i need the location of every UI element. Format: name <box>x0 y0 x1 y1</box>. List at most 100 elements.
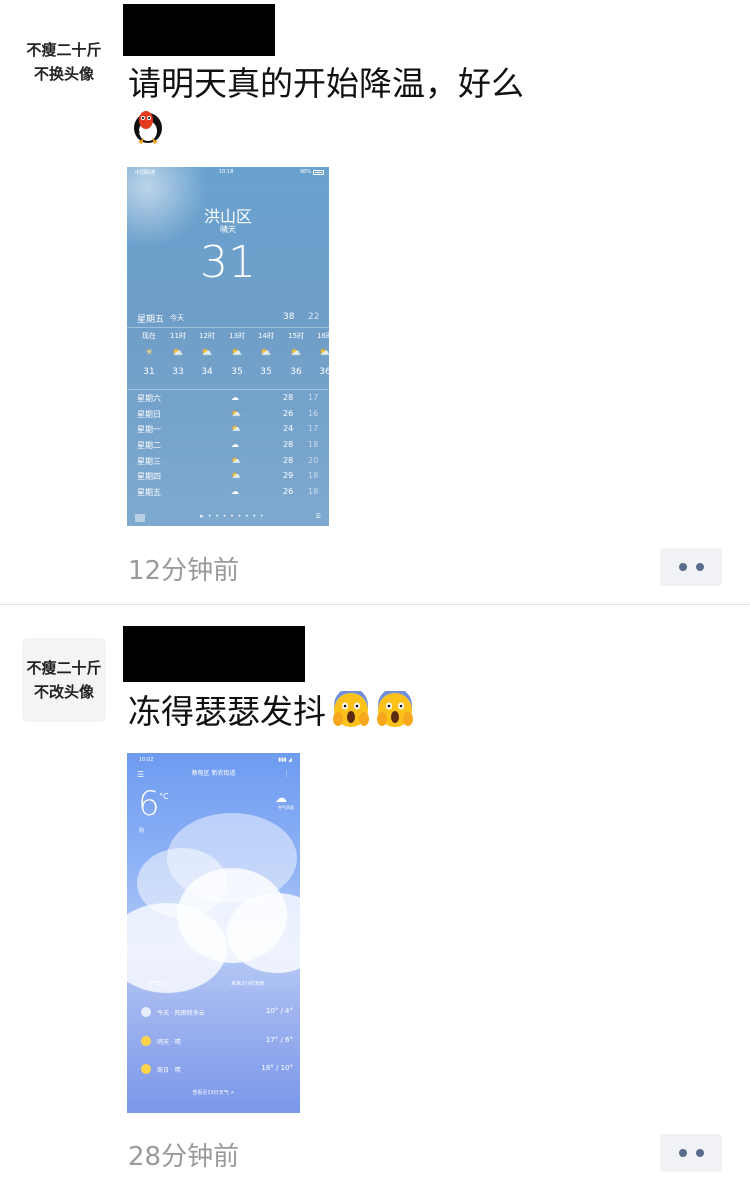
post-time: 28分钟前 <box>128 1142 240 1172</box>
sun-icon <box>141 1064 151 1074</box>
weather-screenshot-1[interactable]: 中国联通 10:18 98% 洪山区 晴天 31 星期五 今天 38 22 现在… <box>127 167 329 526</box>
hour-temp: 35 <box>260 367 272 377</box>
day-name: 星期三 <box>137 456 161 466</box>
penguin-emoji-icon <box>134 111 162 144</box>
partly-cloudy-icon: ⛅ <box>201 348 213 358</box>
weather-condition: 阴 <box>139 828 145 834</box>
day-high: 28 <box>283 455 294 465</box>
forecast-label: 今天 · 阵雨转多云 <box>157 1010 205 1017</box>
forecast-label: 周日 · 晴 <box>157 1067 181 1074</box>
carrier-label: 中国联通 <box>135 170 156 176</box>
day-row: 星期五 ☁ 26 18 <box>137 487 327 503</box>
partly-cloudy-icon: ⛅ <box>231 471 241 481</box>
current-temperature: 6 <box>138 784 160 824</box>
post-text: 请明天真的开始降温，好么 <box>128 64 524 103</box>
hour-item: 13时 ⛅ 35 <box>222 331 252 377</box>
day-high: 26 <box>283 408 294 418</box>
today-low: 22 <box>308 312 320 322</box>
hour-temp: 35 <box>231 367 243 377</box>
current-temperature: 31 <box>200 237 256 288</box>
cloud-icon: ☁ <box>231 440 239 450</box>
hourly-forecast: 现在 ☀ 31 11时 ⛅ 33 12时 ⛅ 34 13时 ⛅ 35 14时 ⛅ <box>134 331 329 391</box>
avatar[interactable]: 不瘦二十斤 不换头像 <box>22 20 106 104</box>
day-row: 星期二 ☁ 28 18 <box>137 440 327 456</box>
rain-forecast-note: 未来2小时无雨 <box>231 981 265 987</box>
day-high: 24 <box>283 424 294 434</box>
hour-time: 16时 <box>317 332 329 340</box>
today-label: 今天 <box>170 314 184 322</box>
avatar-line-1: 不瘦二十斤 <box>26 41 102 59</box>
hour-item: 15时 ⛅ 36 <box>281 331 311 377</box>
day-low: 18 <box>308 471 319 481</box>
hour-item: 14时 ⛅ 35 <box>251 331 281 377</box>
partly-cloudy-icon: ⛅ <box>231 408 241 418</box>
more-button[interactable] <box>660 548 722 586</box>
avatar[interactable]: 不瘦二十斤 不改头像 <box>22 638 106 722</box>
air-quality-badge-label: 空气质量 <box>278 805 294 810</box>
forecast-value: 17° / 6° <box>265 1036 293 1044</box>
cloud-icon: ☁ <box>231 487 239 497</box>
avatar-line-1: 不瘦二十斤 <box>26 659 102 677</box>
redacted-username[interactable] <box>123 4 275 56</box>
weather-screenshot-2[interactable]: 10:02 ▮▮▮ ◢ ☰ 蔡甸区 新农街道 ⋮ 6 °C 阴 ☁ 空气质量 空… <box>127 753 300 1113</box>
today-day: 星期五 <box>137 315 165 325</box>
divider <box>127 389 329 390</box>
day-row: 星期六 ☁ 28 17 <box>137 393 327 409</box>
weather-condition: 晴天 <box>220 225 236 234</box>
day-name: 星期二 <box>137 441 161 451</box>
hour-time: 13时 <box>229 332 245 340</box>
screaming-face-emoji-icon <box>333 691 369 727</box>
moment-post-1: 不瘦二十斤 不换头像 请明天真的开始降温，好么 中国联通 10:18 98% 洪… <box>0 0 750 605</box>
page-dots-icon: ➤ • • • • • • • • <box>199 513 265 520</box>
partly-cloudy-icon: ⛅ <box>260 348 272 358</box>
day-high: 26 <box>283 487 294 497</box>
moment-post-2: 不瘦二十斤 不改头像 冻得瑟瑟发抖 10:02 ▮▮▮ ◢ ☰ 蔡甸区 新农街道… <box>0 606 750 1186</box>
hour-item: 11时 ⛅ 33 <box>163 331 193 377</box>
app-top-bar: 10:02 ▮▮▮ ◢ ☰ 蔡甸区 新农街道 ⋮ <box>127 756 300 780</box>
partly-cloudy-icon: ⛅ <box>172 348 184 358</box>
hour-temp: 33 <box>172 367 184 377</box>
partly-cloudy-icon: ⛅ <box>231 348 243 358</box>
day-high: 28 <box>283 393 294 402</box>
air-quality-text: 空气优 39 <box>147 981 170 987</box>
hour-item: 12时 ⛅ 34 <box>192 331 222 377</box>
day-name: 星期六 <box>137 394 161 403</box>
sun-icon: ☀ <box>144 348 154 358</box>
hour-temp: 36 <box>290 367 302 377</box>
avatar-line-2: 不换头像 <box>33 65 94 83</box>
day-name: 星期五 <box>137 488 161 498</box>
forecast-value: 10° / 4° <box>265 1007 293 1015</box>
dot-icon <box>695 1149 704 1157</box>
day-low: 17 <box>308 393 319 402</box>
today-high: 38 <box>283 312 295 322</box>
battery-icon <box>313 170 324 175</box>
hour-time: 11时 <box>170 332 186 340</box>
dot-icon <box>678 1149 687 1157</box>
day-row: 星期三 ⛅ 28 20 <box>137 456 327 472</box>
day-low: 20 <box>308 455 319 465</box>
weather-channel-icon <box>135 514 145 522</box>
status-time: 10:18 <box>219 169 234 175</box>
day-high: 28 <box>283 440 294 450</box>
day-low: 18 <box>308 440 319 450</box>
status-bar: 中国联通 10:18 98% <box>127 168 329 178</box>
forecast-row-tomorrow: 明天 · 晴 17° / 6° <box>141 1036 293 1050</box>
post-divider <box>0 604 750 605</box>
cloud-icon: ☁ <box>231 393 239 402</box>
redacted-username[interactable] <box>123 626 305 682</box>
more-button[interactable] <box>660 1134 722 1172</box>
daily-forecast: 星期六 ☁ 28 17 星期日 ⛅ 26 16 星期一 ⛅ 24 17 星期二 … <box>137 393 327 503</box>
more-vertical-icon[interactable]: ⋮ <box>283 770 290 778</box>
day-low: 16 <box>308 408 319 418</box>
air-quality-row: 空气优 39 未来2小时无雨 <box>127 980 300 990</box>
divider <box>127 327 329 328</box>
today-row: 星期五 今天 38 22 <box>137 312 323 326</box>
bottom-bar: ➤ • • • • • • • • ☰ <box>127 510 329 526</box>
hour-item: 现在 ☀ 31 <box>134 331 164 377</box>
forecast-row-today: 今天 · 阵雨转多云 10° / 4° <box>141 1007 293 1021</box>
hour-time: 14时 <box>258 332 274 340</box>
post-text-row: 冻得瑟瑟发抖 <box>128 690 414 734</box>
forecast-row-day3: 周日 · 晴 18° / 10° <box>141 1064 293 1078</box>
fifteen-day-link[interactable]: 查看近15日天气 > <box>127 1089 300 1096</box>
rain-cloud-icon <box>141 1007 151 1017</box>
